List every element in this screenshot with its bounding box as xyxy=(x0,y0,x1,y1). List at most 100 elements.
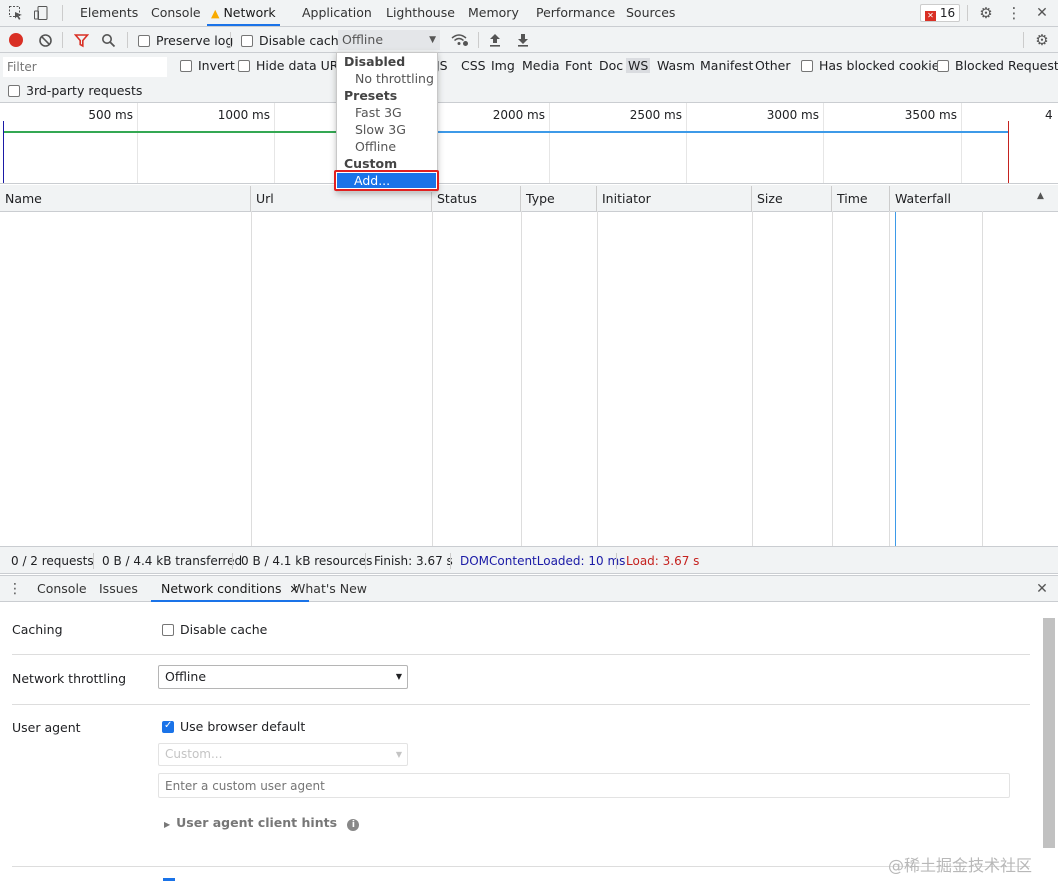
record-icon[interactable] xyxy=(9,33,23,47)
throttling-select[interactable]: Offline ▼ xyxy=(338,30,440,50)
status-transferred: 0 B / 4.4 kB transferred xyxy=(102,554,243,568)
has-blocked-cookies-label: Has blocked cookies xyxy=(819,58,946,73)
type-filter-doc[interactable]: Doc xyxy=(599,58,623,73)
drawer-tab-whats-new[interactable]: What's New xyxy=(293,576,367,602)
column-header-name[interactable]: Name xyxy=(0,186,251,211)
filter-icon[interactable] xyxy=(73,32,89,48)
timeline-overview[interactable]: 500 ms 1000 ms 2000 ms 2500 ms 3000 ms 3500 m… xyxy=(0,103,1058,184)
third-party-label: 3rd-party requests xyxy=(26,83,143,98)
column-header-waterfall[interactable]: Waterfall xyxy=(890,186,1058,211)
close-drawer-icon[interactable]: ✕ xyxy=(1034,581,1050,597)
type-filter-img[interactable]: Img xyxy=(491,58,515,73)
chevron-down-icon: ▼ xyxy=(395,750,402,759)
column-header-status[interactable]: Status xyxy=(432,186,521,211)
drawer-tab-network-conditions-label: Network conditions xyxy=(161,581,282,596)
chevron-down-icon: ▼ xyxy=(429,35,436,45)
drawer-menu-icon[interactable]: ⋮ xyxy=(8,581,22,597)
column-header-size[interactable]: Size xyxy=(752,186,832,211)
preserve-log-checkbox[interactable]: Preserve log xyxy=(138,33,233,48)
tab-network[interactable]: ▲ Network xyxy=(207,0,280,26)
column-header-time[interactable]: Time xyxy=(832,186,890,211)
type-filter-css[interactable]: CSS xyxy=(461,58,486,73)
import-har-icon[interactable] xyxy=(488,32,502,48)
type-filter-other[interactable]: Other xyxy=(755,58,791,73)
has-blocked-cookies-checkbox[interactable]: Has blocked cookies xyxy=(801,58,946,73)
search-icon[interactable] xyxy=(100,32,116,48)
network-status-bar: 0 / 2 requests 0 B / 4.4 kB transferred … xyxy=(0,546,1058,574)
drawer-tab-console[interactable]: Console xyxy=(37,576,87,602)
disable-cache-checkbox[interactable]: Disable cache xyxy=(241,33,346,48)
tab-sources[interactable]: Sources xyxy=(626,0,675,26)
third-party-checkbox[interactable]: 3rd-party requests xyxy=(8,83,142,98)
network-throttling-select[interactable]: Offline ▼ xyxy=(158,665,408,689)
sort-ascending-icon[interactable]: ▲ xyxy=(1037,191,1044,201)
custom-user-agent-input xyxy=(158,773,1010,798)
type-filter-wasm[interactable]: Wasm xyxy=(657,58,695,73)
timeline-tick-label: 4 xyxy=(1045,108,1053,122)
export-har-icon[interactable] xyxy=(516,32,530,48)
drawer-tab-issues[interactable]: Issues xyxy=(99,576,138,602)
custom-user-agent-select-value: Custom... xyxy=(165,747,223,761)
tab-performance[interactable]: Performance xyxy=(536,0,615,26)
column-divider xyxy=(832,211,833,546)
column-divider xyxy=(889,211,890,546)
drawer-tab-network-conditions[interactable]: Network conditions ✕ xyxy=(151,576,309,602)
timeline-tick-label: 3000 ms xyxy=(766,108,819,122)
timeline-tick-label: 2500 ms xyxy=(629,108,682,122)
dcl-marker xyxy=(3,121,4,183)
column-header-type[interactable]: Type xyxy=(521,186,597,211)
tab-lighthouse[interactable]: Lighthouse xyxy=(386,0,455,26)
requests-table-body xyxy=(0,212,1058,546)
column-divider xyxy=(752,211,753,546)
network-settings-gear-icon[interactable]: ⚙ xyxy=(1034,31,1050,49)
inspect-element-icon[interactable] xyxy=(8,5,24,21)
tab-application[interactable]: Application xyxy=(302,0,372,26)
dropdown-item-offline[interactable]: Offline xyxy=(355,139,396,154)
invert-checkbox[interactable]: Invert xyxy=(180,58,235,73)
type-filter-font[interactable]: Font xyxy=(565,58,592,73)
dropdown-item-add-label: Add... xyxy=(354,173,391,188)
timeline-tick-label: 2000 ms xyxy=(492,108,545,122)
clear-icon[interactable] xyxy=(37,32,53,48)
drawer-tab-bar: ⋮ Console Issues Network conditions ✕ Wh… xyxy=(0,575,1058,602)
dropdown-item-no-throttling[interactable]: No throttling xyxy=(355,71,434,86)
client-hints-toggle[interactable]: ▶ User agent client hints i xyxy=(164,815,360,831)
use-browser-default-checkbox[interactable]: ✓ Use browser default xyxy=(162,719,305,734)
scrollbar-thumb[interactable] xyxy=(1043,618,1055,848)
column-header-initiator[interactable]: Initiator xyxy=(597,186,752,211)
checkmark-icon: ✓ xyxy=(164,720,173,731)
dropdown-item-slow-3g[interactable]: Slow 3G xyxy=(355,122,406,137)
custom-user-agent-select: Custom... ▼ xyxy=(158,743,408,766)
blocked-requests-checkbox[interactable]: Blocked Requests xyxy=(937,58,1058,73)
tab-console[interactable]: Console xyxy=(151,0,201,26)
type-filter-manifest[interactable]: Manifest xyxy=(700,58,753,73)
load-overview-line xyxy=(438,131,1008,133)
highlight-box: Add... xyxy=(334,170,439,191)
dropdown-item-add[interactable]: Add... xyxy=(337,173,436,188)
issues-counter[interactable]: ✕ 16 xyxy=(920,4,960,22)
dropdown-item-fast-3g[interactable]: Fast 3G xyxy=(355,105,402,120)
tab-elements[interactable]: Elements xyxy=(80,0,138,26)
timeline-gridline xyxy=(274,103,275,183)
type-filter-ws[interactable]: WS xyxy=(626,58,651,73)
filter-input[interactable] xyxy=(3,57,167,77)
more-menu-icon[interactable]: ⋮ xyxy=(1006,4,1022,22)
dropdown-header-custom: Custom xyxy=(344,156,398,171)
divider xyxy=(12,704,1030,705)
device-toolbar-icon[interactable] xyxy=(33,5,49,21)
dropdown-header-presets: Presets xyxy=(344,88,398,103)
timeline-gridline xyxy=(686,103,687,183)
settings-gear-icon[interactable]: ⚙ xyxy=(978,4,994,22)
column-divider xyxy=(251,211,252,546)
chevron-down-icon: ▼ xyxy=(395,672,402,681)
hide-data-urls-checkbox[interactable]: Hide data URLs xyxy=(238,58,352,73)
network-conditions-icon[interactable] xyxy=(451,32,469,48)
close-devtools-icon[interactable]: ✕ xyxy=(1034,5,1050,21)
status-load: Load: 3.67 s xyxy=(626,554,700,568)
conditions-disable-cache-checkbox[interactable]: Disable cache xyxy=(162,622,267,637)
invert-label: Invert xyxy=(198,58,235,73)
type-filter-media[interactable]: Media xyxy=(522,58,560,73)
preserve-log-label: Preserve log xyxy=(156,33,234,48)
tab-memory[interactable]: Memory xyxy=(468,0,519,26)
filter-bar: Invert Hide data URLs JSCSSImgMediaFontD… xyxy=(0,53,1058,103)
